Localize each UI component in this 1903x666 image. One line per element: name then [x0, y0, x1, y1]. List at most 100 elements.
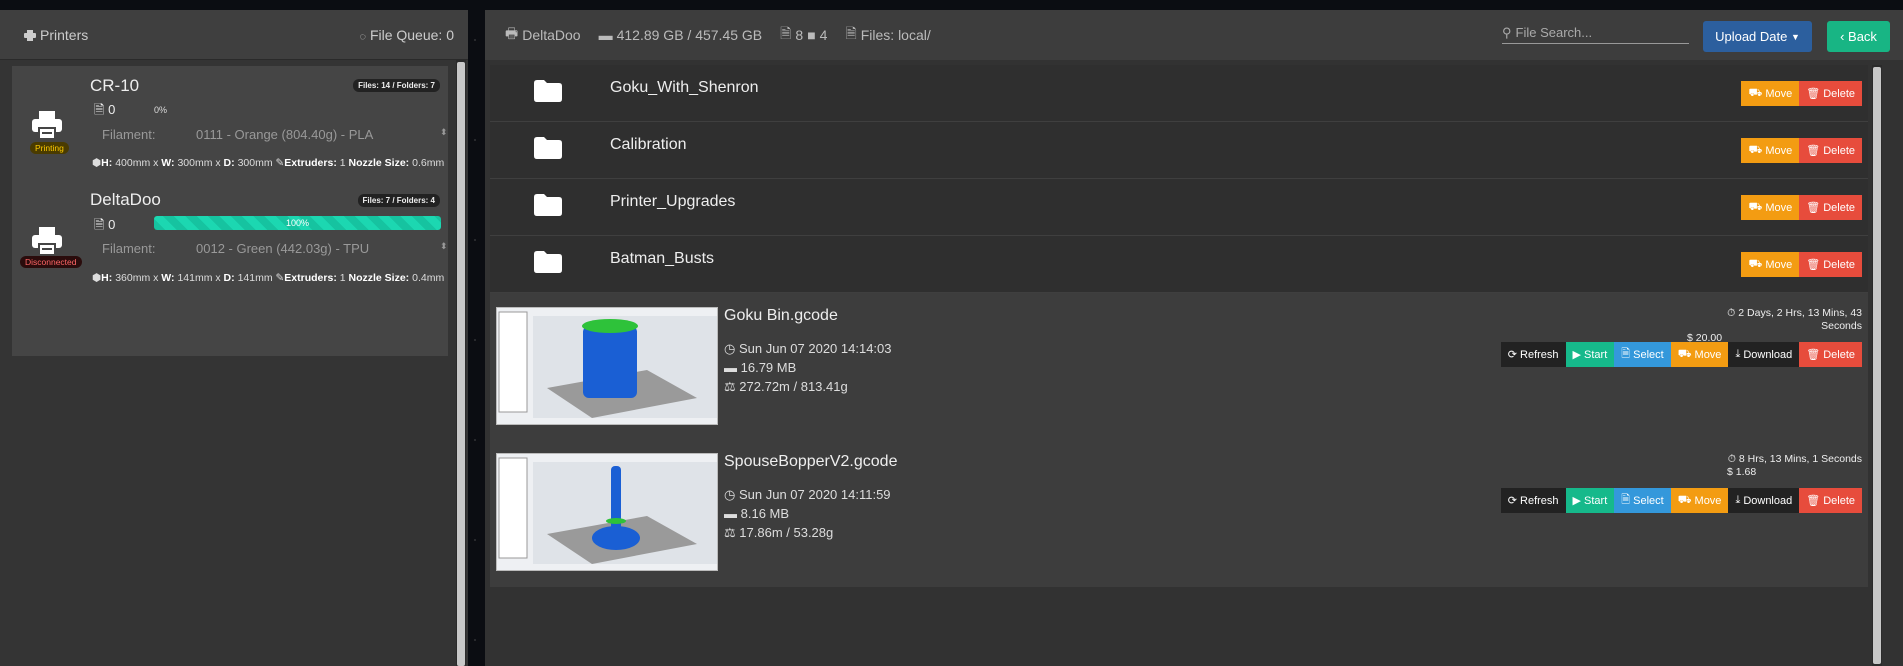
folder-icon	[534, 137, 562, 159]
file-icon: 🗎	[780, 25, 792, 41]
clock-icon: ◷	[724, 487, 736, 502]
file-icon: 🗎	[94, 217, 105, 232]
move-button[interactable]: ⛟ Move	[1741, 81, 1800, 106]
gcode-file-row[interactable]: SpouseBopperV2.gcode ◷ Sun Jun 07 2020 1…	[490, 439, 1868, 584]
truck-icon: ⛟	[1677, 347, 1692, 360]
sort-dropdown-button[interactable]: Upload Date ▼	[1703, 21, 1812, 52]
stopwatch-icon: ⏱	[1727, 307, 1736, 319]
file-select-icon: 🗎	[1621, 494, 1631, 506]
delete-button[interactable]: 🗑 Delete	[1799, 252, 1862, 277]
folder-actions: ⛟ Move 🗑 Delete	[1741, 81, 1862, 106]
move-button[interactable]: ⛟ Move	[1670, 342, 1729, 367]
stopwatch-icon: ⏱	[1727, 453, 1736, 465]
folder-actions: ⛟ Move 🗑 Delete	[1741, 252, 1862, 277]
delete-button[interactable]: 🗑 Delete	[1799, 138, 1862, 163]
back-button[interactable]: ‹ Back	[1827, 21, 1890, 52]
filament-select[interactable]: Filament: 0012 - Green (442.03g) - TPU ⬍	[102, 241, 448, 256]
printers-scrollbar[interactable]	[456, 60, 466, 666]
spinner-icon: ◌	[359, 30, 367, 43]
download-icon: ⤓	[1735, 494, 1741, 506]
file-list-scrollbar[interactable]	[1872, 65, 1882, 666]
folder-row[interactable]: Printer_Upgrades ⛟ Move 🗑 Delete	[490, 179, 1868, 236]
printer-icon: 🖶	[505, 25, 519, 41]
status-badge: Printing	[30, 142, 69, 154]
folder-icon	[534, 251, 562, 273]
folder-icon	[534, 80, 562, 102]
file-size: ▬ 8.16 MB	[724, 506, 790, 521]
truck-icon: ⛟	[1748, 86, 1763, 99]
start-button[interactable]: ▶ Start	[1565, 342, 1615, 367]
move-button[interactable]: ⛟ Move	[1741, 138, 1800, 163]
printer-card-deltadoo[interactable]: Disconnected DeltaDoo Files: 7 / Folders…	[12, 182, 448, 322]
file-folder-count: 🗎 8 ■ 4	[780, 23, 827, 47]
storage-info: ▬ 412.89 GB / 457.45 GB	[598, 27, 763, 43]
printer-icon	[24, 29, 36, 41]
printers-title: Printers	[24, 27, 88, 43]
download-button[interactable]: ⤓ Download	[1728, 342, 1800, 367]
trash-icon: 🗑	[1806, 259, 1821, 271]
status-badge: Disconnected	[20, 256, 82, 268]
move-button[interactable]: ⛟ Move	[1670, 488, 1729, 513]
gcode-file-name[interactable]: Goku Bin.gcode	[724, 307, 838, 325]
start-button[interactable]: ▶ Start	[1565, 488, 1615, 513]
select-button[interactable]: 🗎 Select	[1614, 342, 1671, 367]
gcode-file-group: Goku Bin.gcode ◷ Sun Jun 07 2020 14:14:0…	[490, 293, 1868, 587]
folder-name[interactable]: Printer_Upgrades	[610, 193, 735, 211]
upload-date: ◷ Sun Jun 07 2020 14:11:59	[724, 487, 891, 502]
print-progress-bar: 100%	[154, 216, 441, 230]
delete-button[interactable]: 🗑 Delete	[1799, 81, 1862, 106]
printer-files-badge: Files: 7 / Folders: 4	[357, 194, 440, 207]
filament-select[interactable]: Filament: 0111 - Orange (804.40g) - PLA ⬍	[102, 127, 448, 142]
current-path: 🗎 Files: local/	[845, 23, 930, 47]
refresh-button[interactable]: ⟳ Refresh	[1500, 342, 1566, 367]
file-icon: 🗎	[94, 102, 105, 117]
delete-button[interactable]: 🗑 Delete	[1799, 195, 1862, 220]
download-button[interactable]: ⤓ Download	[1728, 488, 1800, 513]
weight-icon: ⚖	[724, 525, 736, 540]
file-queue: ◌ File Queue: 0	[359, 26, 455, 43]
folder-name[interactable]: Batman_Busts	[610, 250, 714, 268]
printer-dimensions: ⬢H: 400mm x W: 300mm x D: 300mm ✎Extrude…	[92, 157, 445, 169]
refresh-icon: ⟳	[1507, 495, 1518, 507]
printer-file-count: 🗎 0	[94, 102, 116, 117]
filament-usage: ⚖ 272.72m / 813.41g	[724, 379, 848, 394]
file-size: ▬ 16.79 MB	[724, 360, 797, 375]
trash-icon: 🗑	[1806, 495, 1821, 507]
printer-file-count: 🗎 0	[94, 217, 116, 232]
gcode-thumbnail	[496, 307, 718, 425]
move-button[interactable]: ⛟ Move	[1741, 252, 1800, 277]
trash-icon: 🗑	[1806, 349, 1821, 361]
gcode-file-row[interactable]: Goku Bin.gcode ◷ Sun Jun 07 2020 14:14:0…	[490, 293, 1868, 438]
folder-actions: ⛟ Move 🗑 Delete	[1741, 138, 1862, 163]
printer-dimensions: ⬢H: 360mm x W: 141mm x D: 141mm ✎Extrude…	[92, 272, 445, 284]
chevron-left-icon: ‹	[1840, 29, 1845, 44]
caret-down-icon: ▼	[1790, 31, 1800, 42]
select-arrow-icon: ⬍	[440, 127, 448, 137]
truck-icon: ⛟	[1748, 200, 1763, 213]
folder-name[interactable]: Calibration	[610, 136, 686, 154]
move-button[interactable]: ⛟ Move	[1741, 195, 1800, 220]
file-search-input[interactable]: ⚲ File Search...	[1502, 25, 1689, 44]
print-time-cost: ⏱ 2 Days, 2 Hrs, 13 Mins, 43 Seconds $ 2…	[1687, 307, 1862, 344]
folder-icon	[534, 194, 562, 216]
delete-button[interactable]: 🗑 Delete	[1799, 342, 1862, 367]
printers-panel: Printers ◌ File Queue: 0 Printing CR-10 …	[0, 10, 468, 666]
folder-row[interactable]: Batman_Busts ⛟ Move 🗑 Delete	[490, 236, 1868, 293]
hard-drive-icon: ▬	[724, 506, 737, 521]
folder-name[interactable]: Goku_With_Shenron	[610, 79, 759, 97]
hard-drive-icon: ▬	[724, 360, 737, 375]
select-button[interactable]: 🗎 Select	[1614, 488, 1671, 513]
folder-row[interactable]: Goku_With_Shenron ⛟ Move 🗑 Delete	[490, 65, 1868, 122]
gcode-file-name[interactable]: SpouseBopperV2.gcode	[724, 453, 897, 471]
file-manager-header: 🖶 DeltaDoo ▬ 412.89 GB / 457.45 GB 🗎 8 ■ 4 🗎 F…	[485, 10, 1903, 60]
printer-icon	[32, 227, 62, 255]
delete-button[interactable]: 🗑 Delete	[1799, 488, 1862, 513]
refresh-button[interactable]: ⟳ Refresh	[1500, 488, 1566, 513]
play-icon: ▶	[1572, 349, 1582, 361]
file-select-icon: 🗎	[1621, 348, 1631, 360]
current-printer: 🖶 DeltaDoo	[505, 23, 581, 47]
play-icon: ▶	[1572, 495, 1582, 507]
folder-row[interactable]: Calibration ⛟ Move 🗑 Delete	[490, 122, 1868, 179]
printer-name: DeltaDoo	[90, 190, 161, 209]
truck-icon: ⛟	[1748, 257, 1763, 270]
